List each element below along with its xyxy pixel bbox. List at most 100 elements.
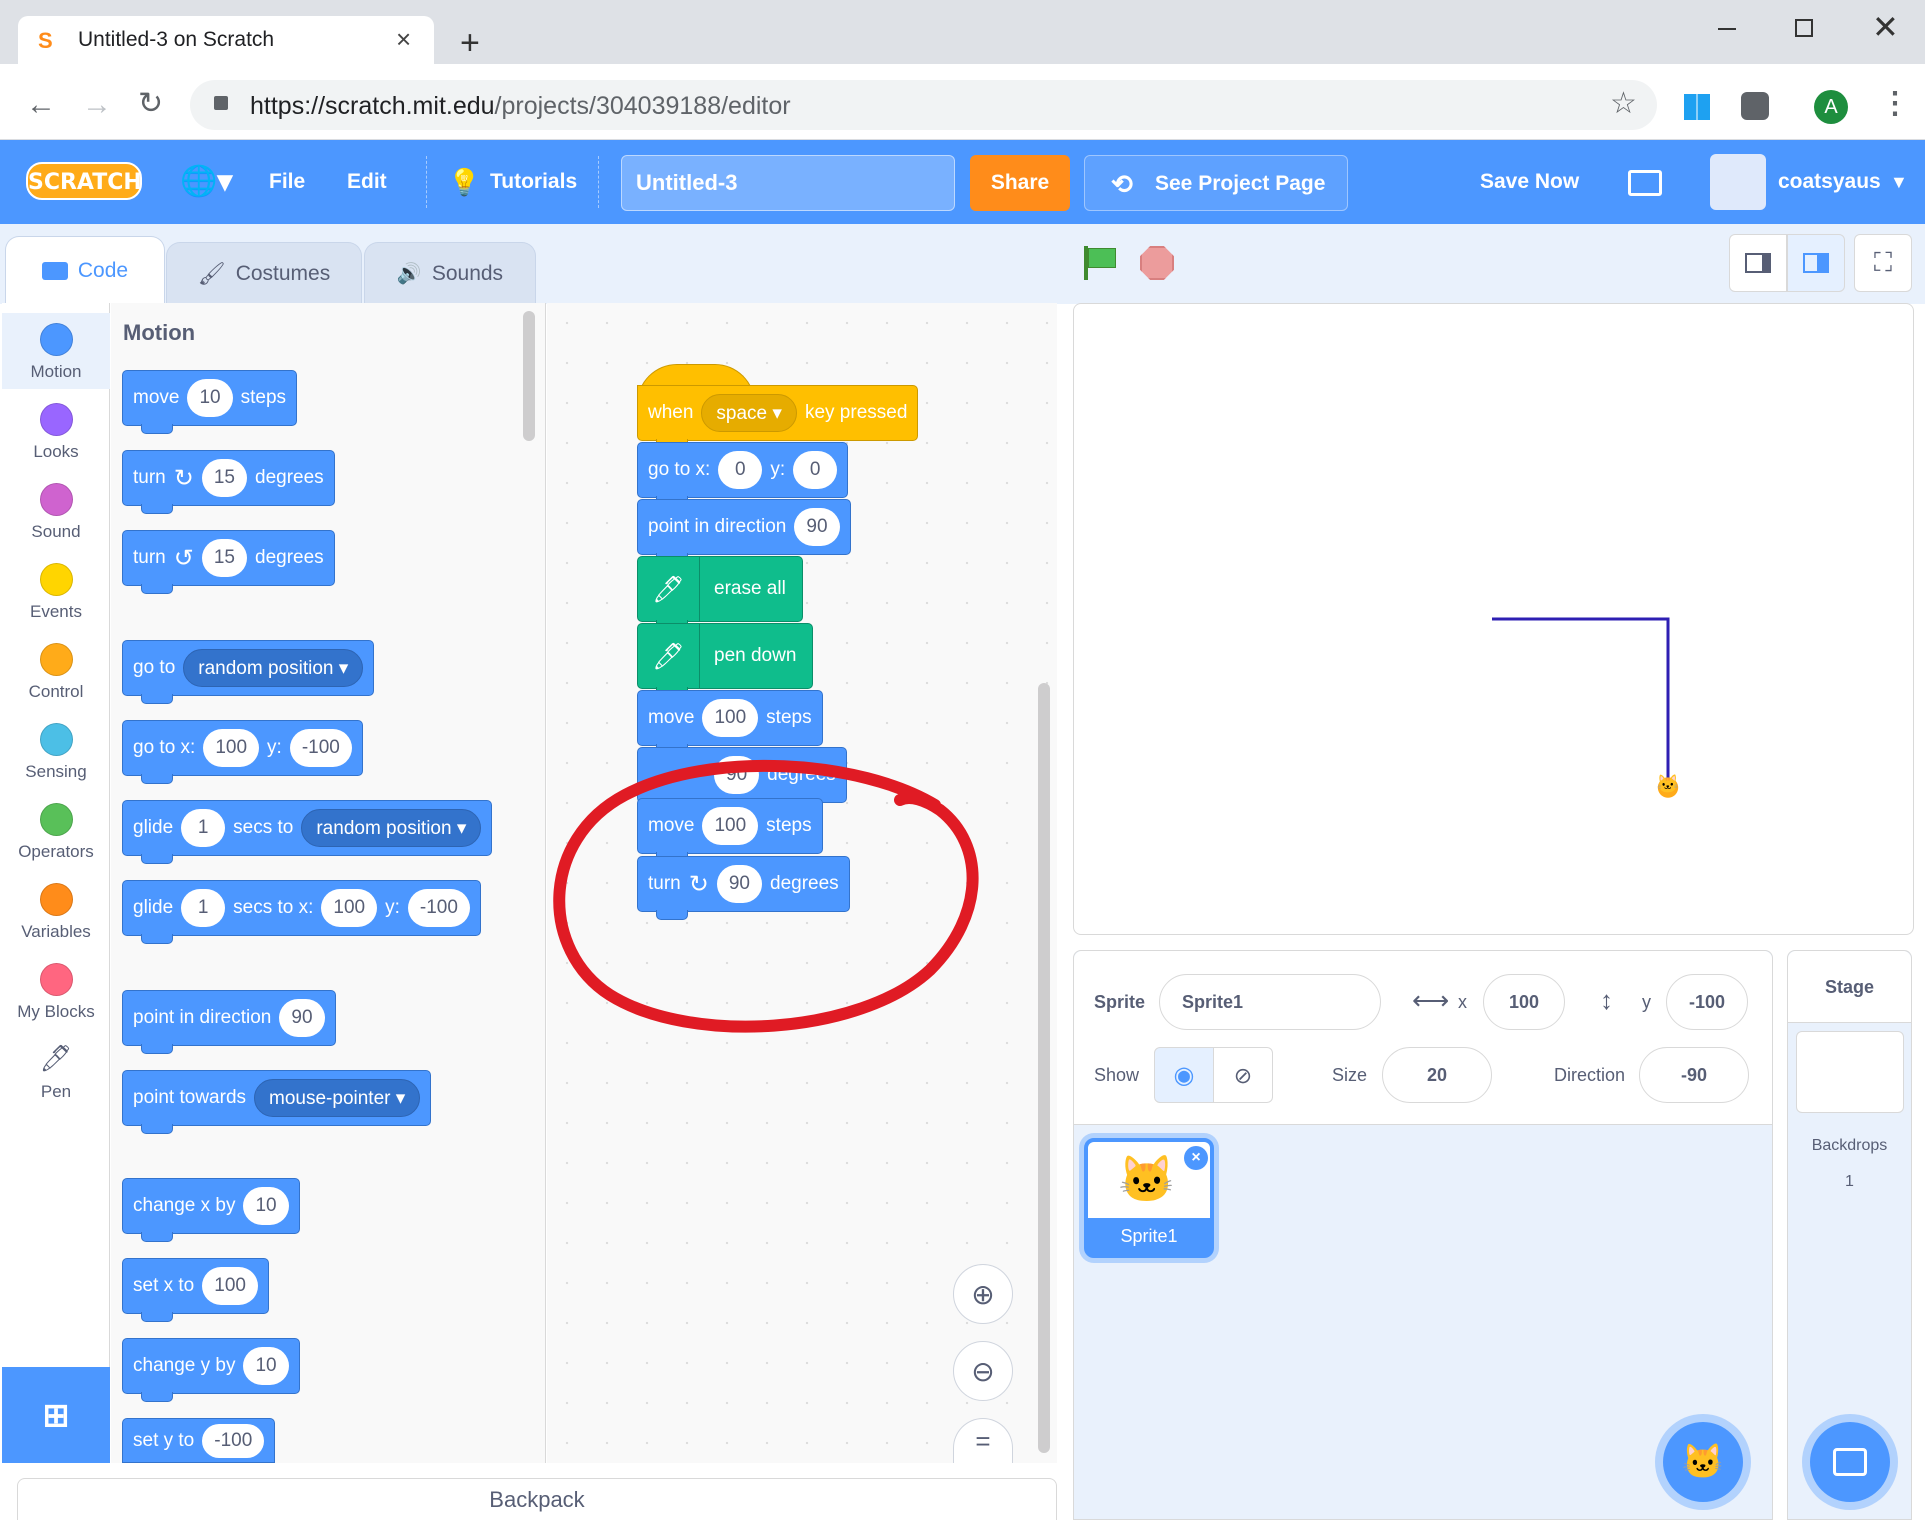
x-input[interactable]: 100 bbox=[1483, 974, 1565, 1030]
block-input[interactable]: 90 bbox=[794, 508, 840, 546]
category-my-blocks[interactable]: My Blocks bbox=[2, 963, 110, 1022]
reload-icon[interactable]: ↻ bbox=[138, 86, 163, 121]
minimize-icon[interactable] bbox=[1718, 28, 1736, 30]
browser-tab[interactable]: S Untitled-3 on Scratch × bbox=[18, 16, 434, 64]
category-control[interactable]: Control bbox=[2, 643, 110, 702]
add-extension-button[interactable]: ⊞ bbox=[2, 1367, 110, 1463]
stage-canvas[interactable]: 🐱 bbox=[1073, 303, 1914, 935]
block-input[interactable]: -100 bbox=[289, 729, 352, 767]
block-input[interactable]: 100 bbox=[202, 1267, 258, 1305]
scratch-logo[interactable]: SCRATCH bbox=[26, 162, 142, 200]
palette-set-x-block[interactable]: set x to 100 bbox=[122, 1258, 269, 1322]
profile-avatar[interactable]: A bbox=[1814, 90, 1848, 124]
script-move-block-1[interactable]: move 100 steps bbox=[637, 690, 823, 754]
block-input[interactable]: 15 bbox=[201, 459, 247, 497]
category-variables[interactable]: Variables bbox=[2, 883, 110, 942]
palette-change-y-block[interactable]: change y by 10 bbox=[122, 1338, 300, 1402]
palette-scrollbar[interactable] bbox=[523, 311, 535, 441]
back-icon[interactable]: ← bbox=[26, 88, 56, 122]
category-pen[interactable]: 🖊 Pen bbox=[2, 1043, 110, 1102]
block-dropdown[interactable]: random position ▾ bbox=[301, 809, 482, 847]
save-now-button[interactable]: Save Now bbox=[1480, 140, 1579, 224]
add-sprite-button[interactable]: 🐱 bbox=[1663, 1422, 1743, 1502]
block-input[interactable]: 10 bbox=[243, 1187, 289, 1225]
block-input[interactable]: 1 bbox=[181, 889, 226, 927]
fullscreen-button[interactable]: ⛶ bbox=[1854, 234, 1912, 292]
zoom-in-button[interactable]: ⊕ bbox=[953, 1264, 1013, 1324]
category-sound[interactable]: Sound bbox=[2, 483, 110, 542]
small-stage-button[interactable] bbox=[1729, 234, 1787, 292]
user-avatar[interactable] bbox=[1710, 154, 1766, 210]
zoom-out-button[interactable]: ⊖ bbox=[953, 1341, 1013, 1401]
browser-menu-icon[interactable]: ⋮ bbox=[1880, 86, 1910, 121]
block-input[interactable]: -100 bbox=[202, 1423, 265, 1458]
direction-input[interactable]: -90 bbox=[1639, 1047, 1749, 1103]
palette-turn-right-block[interactable]: turn ↻ 15 degrees bbox=[122, 450, 335, 514]
block-input[interactable]: -100 bbox=[407, 889, 470, 927]
block-input[interactable]: 90 bbox=[279, 999, 325, 1037]
chevron-down-icon[interactable]: ▼ bbox=[1890, 140, 1908, 224]
block-input[interactable]: 1 bbox=[181, 809, 226, 847]
script-gotoxy-block[interactable]: go to x: 0 y: 0 bbox=[637, 442, 849, 506]
tab-code[interactable]: Code bbox=[5, 236, 165, 304]
category-looks[interactable]: Looks bbox=[2, 403, 110, 462]
script-erase-all-block[interactable]: 🖊 erase all bbox=[637, 556, 803, 630]
block-input[interactable]: 100 bbox=[321, 889, 378, 927]
close-window-icon[interactable]: ✕ bbox=[1872, 8, 1899, 46]
maximize-icon[interactable] bbox=[1795, 19, 1813, 37]
block-dropdown[interactable]: mouse-pointer ▾ bbox=[254, 1079, 421, 1117]
my-stuff-folder-icon[interactable] bbox=[1628, 170, 1662, 196]
normal-stage-button[interactable] bbox=[1787, 234, 1845, 292]
key-dropdown[interactable]: space ▾ bbox=[701, 394, 797, 432]
forward-icon[interactable]: → bbox=[82, 88, 112, 122]
y-input[interactable]: -100 bbox=[1666, 974, 1748, 1030]
block-input[interactable]: 10 bbox=[187, 379, 233, 417]
download-extension-icon[interactable] bbox=[1741, 92, 1769, 120]
block-input[interactable]: 15 bbox=[201, 539, 247, 577]
new-tab-button[interactable]: + bbox=[460, 24, 480, 63]
green-flag-icon[interactable] bbox=[1082, 246, 1118, 280]
palette-glide-block[interactable]: glide 1 secs to random position ▾ bbox=[122, 800, 493, 864]
palette-move-block[interactable]: move 10 steps bbox=[122, 370, 298, 434]
tab-sounds[interactable]: 🔊 Sounds bbox=[364, 242, 536, 304]
palette-point-towards-block[interactable]: point towards mouse-pointer ▾ bbox=[122, 1070, 432, 1134]
palette-gotoxy-block[interactable]: go to x: 100 y: -100 bbox=[122, 720, 363, 784]
category-operators[interactable]: Operators bbox=[2, 803, 110, 862]
category-sensing[interactable]: Sensing bbox=[2, 723, 110, 782]
script-pen-down-block[interactable]: 🖊 pen down bbox=[637, 623, 814, 697]
palette-goto-block[interactable]: go to random position ▾ bbox=[122, 640, 375, 704]
script-point-direction-block[interactable]: point in direction 90 bbox=[637, 499, 851, 563]
palette-change-x-block[interactable]: change x by 10 bbox=[122, 1178, 300, 1242]
block-input[interactable]: 10 bbox=[243, 1347, 289, 1385]
block-input[interactable]: 100 bbox=[203, 729, 260, 767]
show-hidden-button[interactable]: ⊘ bbox=[1213, 1047, 1273, 1103]
edit-menu[interactable]: Edit bbox=[347, 140, 387, 224]
add-backdrop-button[interactable] bbox=[1810, 1422, 1890, 1502]
size-input[interactable]: 20 bbox=[1382, 1047, 1492, 1103]
block-input[interactable]: 0 bbox=[793, 451, 838, 489]
language-globe-icon[interactable]: 🌐▾ bbox=[180, 140, 232, 224]
project-title-input[interactable]: Untitled-3 bbox=[621, 155, 955, 211]
backdrop-thumbnail[interactable] bbox=[1796, 1031, 1904, 1113]
tab-costumes[interactable]: 🖌 Costumes bbox=[166, 242, 362, 304]
delete-sprite-icon[interactable]: × bbox=[1184, 1146, 1208, 1170]
username-menu[interactable]: coatsyaus bbox=[1778, 140, 1881, 224]
url-field[interactable]: https://scratch.mit.edu/projects/3040391… bbox=[190, 80, 1657, 130]
bookmark-star-icon[interactable]: ☆ bbox=[1610, 86, 1637, 121]
palette-point-direction-block[interactable]: point in direction 90 bbox=[122, 990, 336, 1054]
palette-set-y-block[interactable]: set y to -100 bbox=[122, 1418, 276, 1463]
block-dropdown[interactable]: random position ▾ bbox=[183, 649, 364, 687]
show-visible-button[interactable]: ◉ bbox=[1154, 1047, 1214, 1103]
sprite-name-input[interactable]: Sprite1 bbox=[1159, 974, 1381, 1030]
sprite-cat-icon[interactable]: 🐱 bbox=[1654, 774, 1682, 808]
share-button[interactable]: Share bbox=[970, 155, 1070, 211]
backpack[interactable]: Backpack bbox=[17, 1478, 1057, 1520]
block-input[interactable]: 0 bbox=[718, 451, 763, 489]
see-project-page-button[interactable]: ⟲ See Project Page bbox=[1084, 155, 1348, 211]
close-icon[interactable]: × bbox=[396, 24, 411, 55]
category-motion[interactable]: Motion bbox=[2, 313, 110, 389]
palette-glidexy-block[interactable]: glide 1 secs to x: 100 y: -100 bbox=[122, 880, 481, 944]
script-scrollbar[interactable] bbox=[1038, 683, 1050, 1453]
category-events[interactable]: Events bbox=[2, 563, 110, 622]
tutorials-button[interactable]: Tutorials bbox=[490, 140, 577, 224]
